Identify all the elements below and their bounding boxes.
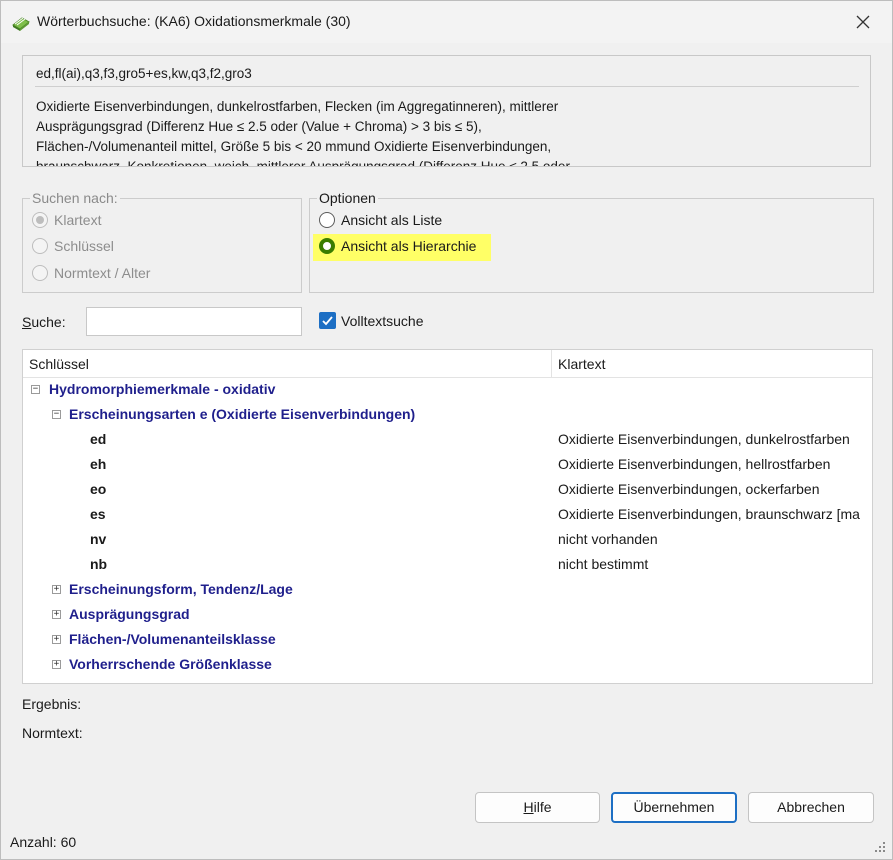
leaf-key: nb — [90, 556, 108, 572]
normtext-label: Normtext: — [22, 725, 83, 741]
cancel-button[interactable]: Abbrechen — [748, 792, 874, 823]
radio-circle — [32, 212, 48, 228]
fulltext-label: Volltextsuche — [341, 313, 424, 329]
column-header-key[interactable]: Schlüssel — [29, 356, 89, 372]
description-line: Oxidierte Eisenverbindungen, dunkelrostf… — [36, 99, 559, 114]
tree-leaf-row[interactable]: eo Oxidierte Eisenverbindungen, ockerfar… — [23, 478, 872, 503]
radio-label: Ansicht als Hierarchie — [341, 238, 477, 254]
selection-description: Oxidierte Eisenverbindungen, dunkelrostf… — [36, 97, 856, 167]
radio-label: Ansicht als Liste — [341, 212, 443, 228]
radio-search-key[interactable]: Schlüssel — [32, 238, 114, 254]
help-mnemonic: H — [523, 799, 534, 815]
selected-key-codes: ed,fl(ai),q3,f3,gro5+es,kw,q3,f2,gro3 — [36, 66, 252, 81]
radio-circle — [319, 238, 335, 254]
resize-grip-icon[interactable] — [874, 841, 886, 853]
dictionary-tree[interactable]: Schlüssel Klartext − Hydromorphiemerkmal… — [22, 349, 873, 684]
radio-label: Klartext — [54, 212, 102, 228]
description-line: braunschwarz, Konkretionen, weich, mittl… — [36, 159, 570, 167]
title-bar: Wörterbuchsuche: (KA6) Oxidationsmerkmal… — [1, 1, 892, 43]
radio-search-normtext[interactable]: Normtext / Alter — [32, 265, 150, 281]
tree-node-collapsed[interactable]: + Erscheinungsform, Tendenz/Lage — [23, 578, 872, 603]
count-status: Anzahl: 60 — [10, 834, 77, 850]
leaf-key: eh — [90, 456, 107, 472]
search-input[interactable] — [86, 307, 302, 336]
plus-box-icon[interactable]: + — [52, 660, 61, 669]
radio-view-hierarchy[interactable]: Ansicht als Hierarchie — [319, 238, 476, 254]
radio-label: Normtext / Alter — [54, 265, 151, 281]
radio-circle — [319, 212, 335, 228]
options-title: Optionen — [317, 190, 378, 206]
minus-box-icon[interactable]: − — [31, 385, 40, 394]
column-header-text[interactable]: Klartext — [558, 356, 605, 372]
leaf-text: nicht bestimmt — [558, 556, 649, 572]
tree-node-label: Vorherrschende Größenklasse — [69, 656, 272, 672]
search-label: Suche: — [22, 314, 66, 330]
tree-leaf-row[interactable]: es Oxidierte Eisenverbindungen, braunsch… — [23, 503, 872, 528]
leaf-text: Oxidierte Eisenverbindungen, ockerfarben — [558, 481, 820, 497]
fulltext-checkbox[interactable] — [319, 312, 336, 329]
leaf-key: ed — [90, 431, 107, 447]
tree-leaf-row[interactable]: eh Oxidierte Eisenverbindungen, hellrost… — [23, 453, 872, 478]
plus-box-icon[interactable]: + — [52, 610, 61, 619]
leaf-text: nicht vorhanden — [558, 531, 658, 547]
tree-header: Schlüssel Klartext — [23, 350, 872, 378]
leaf-text: Oxidierte Eisenverbindungen, hellrostfar… — [558, 456, 831, 472]
tree-node-label: Erscheinungsarten e (Oxidierte Eisenverb… — [69, 406, 416, 422]
dictionary-book-icon — [12, 17, 30, 31]
result-label: Ergebnis: — [22, 696, 82, 712]
checkmark-icon — [322, 316, 333, 326]
tree-node-collapsed[interactable]: + Flächen-/Volumenanteilsklasse — [23, 628, 872, 653]
radio-circle — [32, 238, 48, 254]
leaf-text: Oxidierte Eisenverbindungen, braunschwar… — [558, 506, 860, 522]
description-line: Ausprägungsgrad (Differenz Hue ≤ 2.5 ode… — [36, 119, 482, 134]
radio-search-plaintext[interactable]: Klartext — [32, 212, 101, 228]
column-divider[interactable] — [551, 350, 552, 378]
tree-leaf-row[interactable]: nb nicht bestimmt — [23, 553, 872, 578]
leaf-key: eo — [90, 481, 107, 497]
description-line: Flächen-/Volumenanteil mittel, Größe 5 b… — [36, 139, 552, 154]
apply-button[interactable]: Übernehmen — [611, 792, 737, 823]
close-icon — [856, 15, 870, 29]
help-button[interactable]: Hilfe — [475, 792, 600, 823]
leaf-text: Oxidierte Eisenverbindungen, dunkelrostf… — [558, 431, 850, 447]
selection-info-box[interactable]: ed,fl(ai),q3,f3,gro5+es,kw,q3,f2,gro3 Ox… — [22, 55, 871, 167]
tree-node-label: Erscheinungsform, Tendenz/Lage — [69, 581, 293, 597]
close-button[interactable] — [843, 7, 883, 37]
search-label-mnemonic: S — [22, 314, 32, 330]
tree-node-label: Ausprägungsgrad — [69, 606, 190, 622]
leaf-key: nv — [90, 531, 107, 547]
tree-node-collapsed[interactable]: + Ausprägungsgrad — [23, 603, 872, 628]
plus-box-icon[interactable]: + — [52, 635, 61, 644]
radio-circle — [32, 265, 48, 281]
tree-node-label: Flächen-/Volumenanteilsklasse — [69, 631, 276, 647]
plus-box-icon[interactable]: + — [52, 585, 61, 594]
tree-node-collapsed[interactable]: + Vorherrschende Größenklasse — [23, 653, 872, 678]
tree-node-root[interactable]: − Hydromorphiemerkmale - oxidativ — [23, 378, 872, 403]
leaf-key: es — [90, 506, 106, 522]
help-label-rest: ilfe — [533, 799, 552, 815]
search-by-title: Suchen nach: — [30, 190, 120, 206]
dialog-window: Wörterbuchsuche: (KA6) Oxidationsmerkmal… — [0, 0, 893, 860]
tree-node-group[interactable]: − Erscheinungsarten e (Oxidierte Eisenve… — [23, 403, 872, 428]
radio-label: Schlüssel — [54, 238, 114, 254]
minus-box-icon[interactable]: − — [52, 410, 61, 419]
search-label-rest: uche: — [31, 314, 66, 330]
window-title: Wörterbuchsuche: (KA6) Oxidationsmerkmal… — [37, 13, 351, 29]
tree-leaf-row[interactable]: ed Oxidierte Eisenverbindungen, dunkelro… — [23, 428, 872, 453]
tree-node-label: Hydromorphiemerkmale - oxidativ — [49, 381, 276, 397]
radio-view-list[interactable]: Ansicht als Liste — [319, 212, 442, 228]
tree-leaf-row[interactable]: nv nicht vorhanden — [23, 528, 872, 553]
info-divider — [35, 86, 859, 87]
